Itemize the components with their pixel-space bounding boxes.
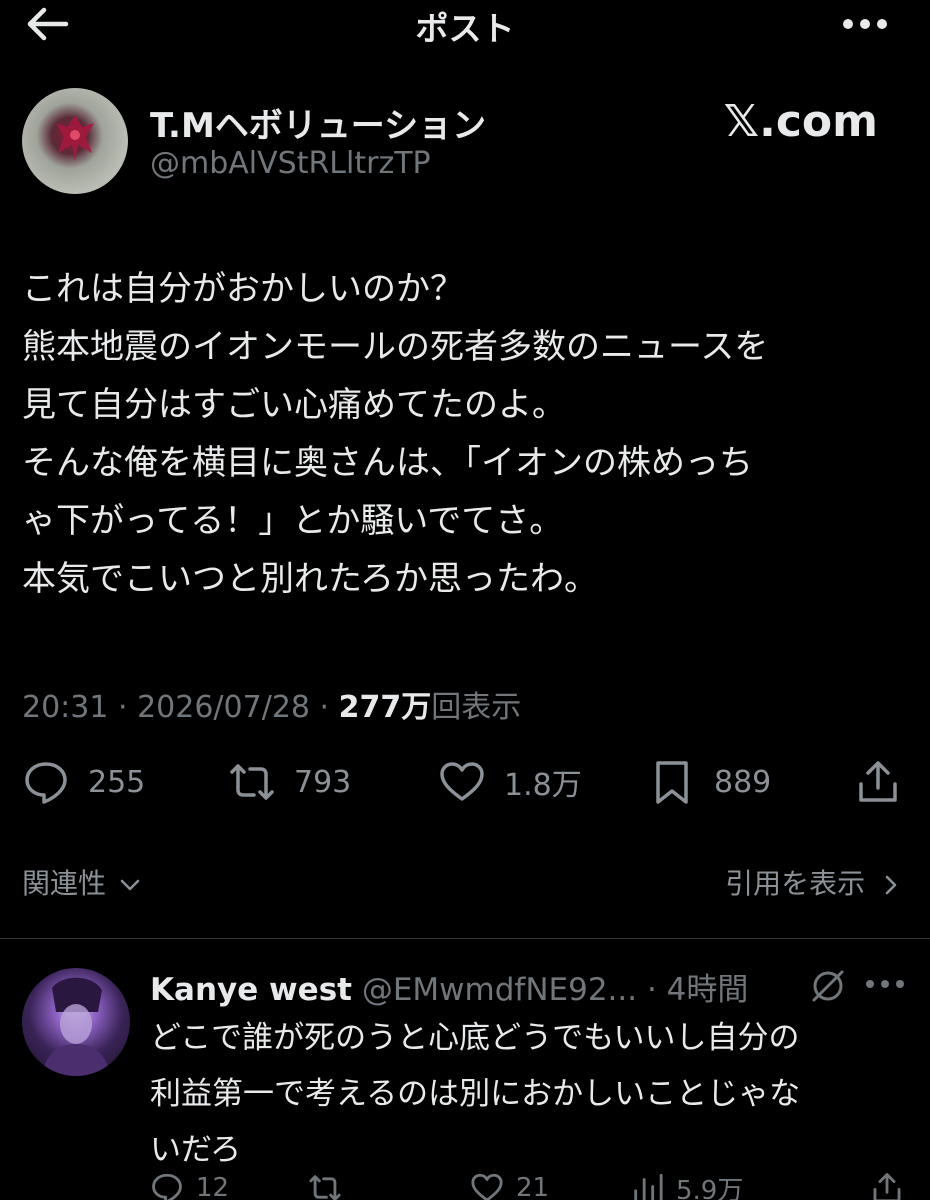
more-icon: [866, 980, 904, 988]
reply-action-bar: 12 21 5.9万: [150, 1168, 910, 1200]
post-line: ゃ下がってる！」とか騒いでてさ。: [22, 501, 564, 541]
views-label: 回表示: [431, 690, 522, 725]
like-icon: [440, 762, 484, 801]
post-meta: 20:31 · 2026/07/28 · 277万回表示: [22, 690, 522, 725]
action-bar: 255 793 1.8万 889: [22, 752, 908, 812]
reply-time: 4時間: [666, 972, 749, 1008]
more-icon: [843, 19, 887, 29]
author-handle[interactable]: @mbAlVStRLltrzTP: [150, 146, 431, 181]
reply-icon: [25, 762, 67, 804]
reply-views-count: 5.9万: [676, 1175, 744, 1200]
avatar-figure-icon: [56, 115, 94, 161]
reply-text: どこで誰が死のうと心底どうでもいいし自分の 利益第一で考えるのは別におかしいこと…: [150, 1010, 910, 1178]
sort-relevance-dropdown[interactable]: 関連性: [22, 862, 141, 902]
share-icon: [859, 761, 897, 802]
chevron-right-icon: [885, 875, 897, 895]
post-line: 本気でこいつと別れたろか思ったわ。: [22, 559, 598, 599]
brand-watermark: 𝕏.com: [723, 96, 878, 147]
post-line: 見て自分はすごい心痛めてたのよ。: [22, 385, 566, 425]
post-line: そんな俺を横目に奥さんは、「イオンの株めっち: [22, 443, 753, 483]
view-quotes-link[interactable]: 引用を表示: [725, 862, 900, 902]
reply-line: 利益第一で考えるのは別におかしいことじゃな: [150, 1076, 801, 1112]
reply-like-button[interactable]: 21: [470, 1168, 549, 1200]
views-count: 277万: [338, 690, 432, 725]
top-bar: ポスト: [0, 0, 930, 50]
page-title: ポスト: [415, 9, 515, 48]
repost-icon: [309, 1175, 341, 1200]
reply-button[interactable]: 255: [22, 752, 145, 812]
avatar-character-icon: [42, 977, 110, 1076]
quotes-label: 引用を表示: [725, 867, 866, 900]
post-date: 2026/07/28: [137, 690, 310, 725]
reply-share-button[interactable]: [870, 1168, 904, 1200]
bookmark-icon: [656, 761, 688, 804]
reply-more-button[interactable]: [860, 966, 910, 1002]
divider: [0, 938, 930, 939]
like-icon: [471, 1173, 503, 1200]
post-line: これは自分がおかしいのか？: [22, 269, 464, 309]
post-text: これは自分がおかしいのか？ 熊本地震のイオンモールの死者多数のニュースを 見て自…: [22, 260, 912, 608]
bookmark-count: 889: [714, 764, 772, 800]
grok-icon: [812, 970, 844, 1002]
post-line: 熊本地震のイオンモールの死者多数のニュースを: [22, 327, 769, 367]
like-button[interactable]: 1.8万: [438, 752, 582, 812]
reply-author-name[interactable]: Kanye west: [150, 972, 352, 1008]
more-button[interactable]: [840, 6, 890, 42]
reply-author-handle[interactable]: @EMwmdfNE92...: [362, 972, 637, 1008]
author-name[interactable]: T.Mヘボリューション: [150, 98, 486, 147]
repost-icon: [230, 764, 274, 800]
reply-reply-button[interactable]: 12: [150, 1168, 229, 1200]
reply-count: 255: [88, 764, 146, 800]
like-count: 1.8万: [504, 768, 582, 803]
reply-views-button[interactable]: 5.9万: [630, 1168, 743, 1200]
repost-count: 793: [294, 764, 352, 800]
grok-button[interactable]: [808, 966, 848, 1006]
share-icon: [873, 1173, 901, 1200]
sort-label: 関連性: [22, 867, 107, 900]
reply-like-count: 21: [516, 1173, 550, 1200]
chevron-down-icon: [120, 879, 140, 891]
views-icon: [634, 1173, 663, 1200]
post-time: 20:31: [22, 690, 109, 725]
reply-header: Kanye west @EMwmdfNE92... · 4時間: [150, 972, 749, 1008]
reply-icon: [152, 1173, 182, 1200]
repost-button[interactable]: 793: [228, 752, 351, 812]
share-button[interactable]: [854, 752, 902, 812]
reply-avatar[interactable]: [22, 968, 130, 1076]
bookmark-button[interactable]: 889: [648, 752, 771, 812]
author-avatar[interactable]: [22, 88, 128, 194]
reply-reply-count: 12: [196, 1173, 230, 1200]
reply-line: どこで誰が死のうと心底どうでもいいし自分の: [150, 1020, 800, 1056]
reply-repost-button[interactable]: [308, 1168, 342, 1200]
